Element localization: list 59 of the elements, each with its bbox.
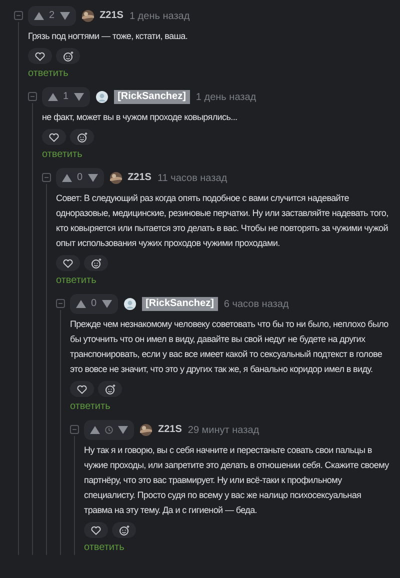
smiley-icon [76, 132, 88, 142]
author-name[interactable]: Z21S [100, 10, 124, 22]
downvote-icon[interactable] [60, 12, 70, 20]
rating-count: 0 [91, 299, 97, 309]
author-name[interactable]: Z21S [128, 172, 152, 184]
avatar[interactable] [124, 298, 136, 310]
reaction-button[interactable] [56, 48, 80, 64]
smiley-icon [62, 50, 74, 62]
reaction-button[interactable] [98, 381, 122, 397]
smiley-icon [118, 524, 130, 536]
like-button[interactable] [28, 48, 52, 64]
heart-icon [77, 384, 87, 394]
reaction-button[interactable] [70, 129, 94, 145]
author-name[interactable]: Z21S [158, 424, 182, 436]
downvote-icon[interactable] [118, 426, 128, 434]
avatar[interactable] [140, 424, 152, 436]
reaction-button[interactable] [84, 255, 108, 271]
upvote-icon[interactable] [48, 93, 58, 101]
comment-time: 1 день назад [129, 10, 190, 24]
reply-link[interactable]: ответить [42, 148, 82, 162]
reaction-button[interactable] [112, 522, 136, 538]
avatar[interactable] [96, 91, 108, 103]
heart-icon [63, 258, 73, 268]
reply-link[interactable]: ответить [28, 67, 68, 81]
heart-icon [49, 132, 59, 142]
upvote-icon[interactable] [62, 174, 72, 182]
upvote-icon[interactable] [76, 300, 86, 308]
downvote-icon[interactable] [88, 174, 98, 182]
comment-text: Прежде чем незнакомому человеку советовать что бы то ни было, неплохо было бы уточнить что он имел в виду, давайте вы свой недуг не будете на других транспонировать, если у вас все имеет какой то сексуальный подтекст в голове это вовсе не значит, что это у других так же, я банально коридор имел в виду. [70, 318, 390, 376]
reply-link[interactable]: ответить [84, 541, 124, 555]
comment-text: Ну так я и говорю, вы с себя начните и перестаньте совать свои пальцы в чужие проходы, или запретите это делать в отношении себя. Скажите своему партнёру, что это вас травмирует. Ну или всё-таки к профильному специалисту. Просто судя по всему у вас же налицо психосексуальная травма на эту тему. Да и с гигиеной — беда. [84, 444, 390, 517]
heart-icon [91, 526, 101, 534]
like-button[interactable] [70, 381, 94, 397]
rating-count: 0 [77, 173, 83, 183]
downvote-icon[interactable] [102, 300, 112, 308]
comment-time: 29 минут назад [188, 424, 260, 438]
heart-icon [35, 52, 45, 60]
comment-time: 11 часов назад [157, 172, 228, 186]
like-button[interactable] [56, 255, 80, 271]
downvote-icon[interactable] [74, 93, 84, 101]
comment-text: Грязь под ногтями — тоже, кстати, ваша. [28, 30, 189, 43]
rating-count: 2 [49, 11, 55, 21]
smiley-icon [90, 258, 102, 268]
like-button[interactable] [84, 522, 108, 538]
avatar[interactable] [110, 172, 122, 184]
comment-text: Совет: В следующий раз когда опять подобное с вами случится надевайте одноразовые, медицинские, резиновые перчатки. Ну или заставляйте надевать того, кто ковыряется или пытается это делать в вас. Чтобы не повторять за чужими чужой опыт использования чужих проходов чужими проходами. [56, 192, 390, 250]
author-name[interactable]: [RickSanchez] [142, 296, 218, 312]
reply-link[interactable]: ответить [56, 274, 96, 288]
avatar[interactable] [82, 10, 94, 22]
comment-time: 1 день назад [196, 90, 256, 104]
like-button[interactable] [42, 129, 66, 145]
comment-text: не факт, может вы в чужом проходе ковырялись... [42, 111, 238, 124]
comment-time: 6 часов назад [224, 298, 289, 312]
reply-link[interactable]: ответить [70, 400, 110, 414]
upvote-icon[interactable] [34, 12, 44, 20]
upvote-icon[interactable] [90, 426, 100, 434]
author-name[interactable]: [RickSanchez] [114, 90, 190, 104]
rating-count: 1 [63, 92, 69, 102]
smiley-icon [104, 384, 116, 394]
